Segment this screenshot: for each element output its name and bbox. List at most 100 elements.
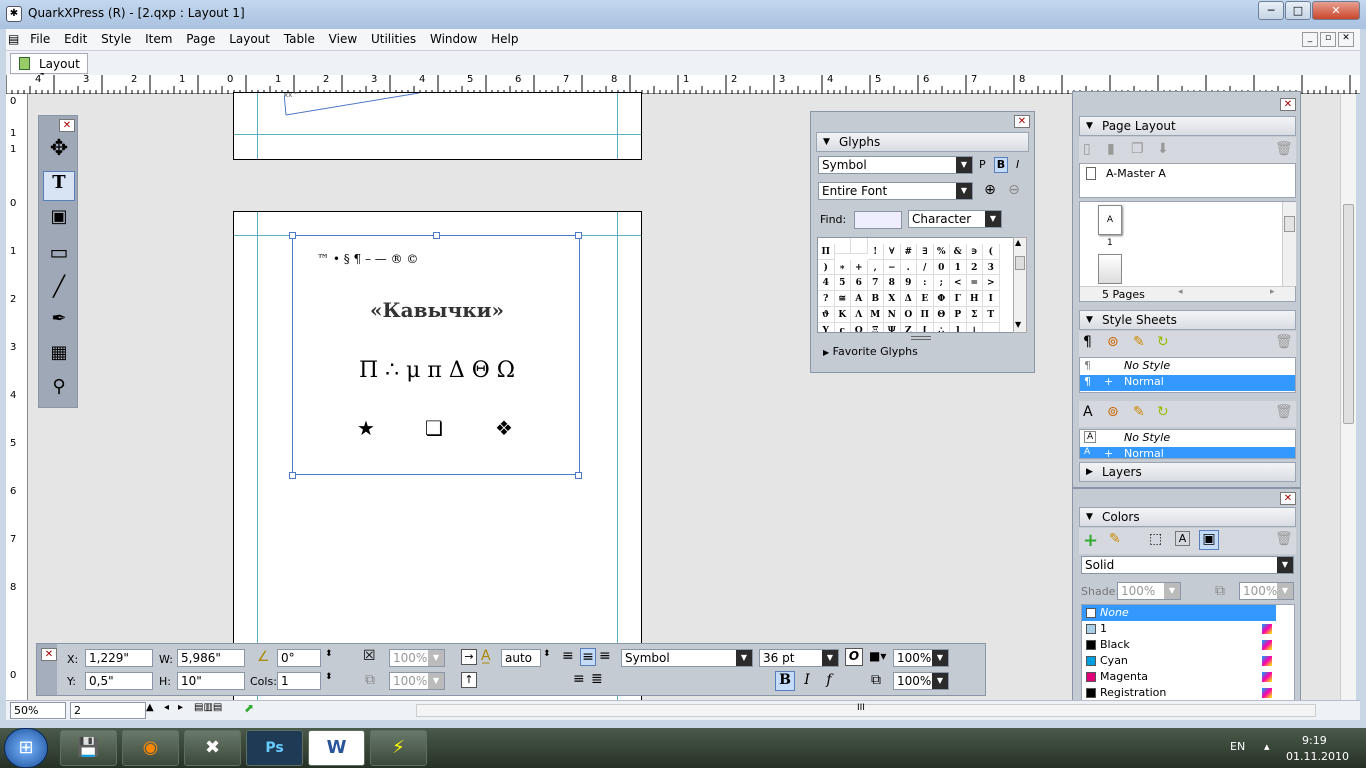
opacity-dropdown[interactable]: 100% ▼ [1239, 582, 1294, 600]
layout-view-icon[interactable]: ▤▥▤ [194, 702, 222, 713]
glyph-cell[interactable]: 5 [834, 275, 851, 292]
vertical-ruler[interactable]: 0 1 1 0 1 2 3 4 5 6 7 8 0 [6, 94, 28, 700]
stepper-icon[interactable]: ⬍ [543, 649, 551, 659]
minimize-button[interactable]: ─ [1258, 1, 1284, 20]
delete-icon[interactable]: 🗑 [1275, 531, 1293, 547]
colors-close-button[interactable]: ✕ [1280, 492, 1296, 505]
font-size-dropdown[interactable]: 36 pt ▼ [759, 649, 839, 667]
frame-shade-dropdown[interactable]: 100% ▼ [389, 649, 445, 667]
glyph-cell[interactable]: Π [917, 306, 934, 323]
glyph-cell[interactable]: ϑ [818, 306, 835, 323]
glyph-cell[interactable]: 3 [983, 259, 1000, 276]
page-layout-header[interactable]: ▼ Page Layout [1079, 116, 1296, 136]
glyph-font-dropdown[interactable]: Symbol ▼ [818, 156, 973, 174]
maximize-button[interactable]: □ [1285, 1, 1311, 20]
glyph-cell[interactable]: 4 [818, 275, 835, 292]
menu-view[interactable]: View [324, 29, 362, 49]
menu-edit[interactable]: Edit [59, 29, 92, 49]
text-color-icon[interactable]: O [845, 648, 863, 666]
find-input[interactable] [854, 211, 902, 229]
language-indicator[interactable]: EN [1230, 740, 1245, 753]
horizontal-scrollbar[interactable]: III [416, 703, 1316, 717]
glyphs-close-button[interactable]: ✕ [1014, 115, 1030, 128]
color-list-item[interactable]: None [1082, 605, 1276, 621]
link-icon[interactable]: ⬈ [244, 701, 254, 715]
glyph-grid[interactable]: Π! ∀ # ∃% & ∋() ∗ +, −./0 1 2 3 4 5 6 7 8 9:; < = >? ≅ Α Β Χ Δ Ε Φ Γ… [817, 237, 1015, 333]
new-char-style-icon[interactable]: A [1083, 404, 1093, 420]
color-list-item[interactable]: Registration [1082, 685, 1276, 701]
menu-file[interactable]: File [25, 29, 55, 49]
font-dropdown[interactable]: Symbol ▼ [621, 649, 753, 667]
glyph-cell[interactable]: ; [933, 275, 950, 292]
zoom-out-icon[interactable]: ⊖ [1005, 182, 1023, 198]
character-style-list[interactable]: A No Style A + Normal [1079, 429, 1296, 459]
color-list[interactable]: None 1 Black Cyan Magenta Registration [1081, 604, 1295, 702]
text-color-icon[interactable]: A [1175, 531, 1190, 546]
list-item[interactable]: ¶ No Style [1080, 359, 1295, 375]
glyph-cell[interactable]: 0 [933, 259, 950, 276]
glyph-cell[interactable]: Θ [933, 306, 950, 323]
glyph-cell[interactable]: [ [917, 322, 934, 332]
glyph-cell[interactable]: 6 [851, 275, 868, 292]
duplicate-icon[interactable]: ❐ [1131, 141, 1144, 157]
delete-icon[interactable]: 🗑 [1275, 141, 1293, 157]
glyph-cell[interactable]: 7 [867, 275, 884, 292]
vertical-scrollbar[interactable] [1340, 94, 1356, 700]
text-content-tool-icon[interactable]: T [43, 171, 75, 201]
tools-close-button[interactable]: ✕ [59, 119, 75, 132]
plain-style-button[interactable]: P [979, 158, 986, 171]
align-left-icon[interactable]: ≡ [562, 648, 574, 664]
word-icon[interactable]: W [308, 730, 365, 766]
glyph-cell[interactable]: Ε [917, 291, 934, 307]
zoom-in-icon[interactable]: ⊕ [981, 182, 999, 198]
layers-header[interactable]: ▶ Layers [1079, 462, 1296, 482]
func-button[interactable]: f [821, 672, 837, 688]
glyph-cell[interactable]: Τ [983, 306, 1000, 323]
frame-color-icon[interactable]: ⬚ [1149, 531, 1162, 547]
glyph-cell[interactable]: : [917, 275, 934, 292]
w-field[interactable]: 5,986" [177, 649, 245, 667]
shade-dropdown[interactable]: 100% ▼ [1117, 582, 1181, 600]
glyph-cell[interactable]: Δ [900, 291, 917, 307]
start-button[interactable]: ⊞ [4, 728, 48, 768]
glyph-cell[interactable]: ( [983, 243, 1000, 260]
glyph-cell[interactable]: − [884, 259, 901, 276]
measurements-close-button[interactable]: ✕ [41, 648, 57, 661]
colors-header[interactable]: ▼ Colors [1079, 507, 1296, 527]
find-type-dropdown[interactable]: Character ▼ [908, 210, 1002, 228]
bold-style-button[interactable]: B [994, 157, 1008, 173]
doc-minimize-button[interactable]: _ [1302, 32, 1318, 47]
page-field[interactable]: 2 [70, 702, 146, 719]
new-page-icon[interactable]: ▮ [1107, 141, 1115, 157]
pencil-icon[interactable]: ✎ [1133, 334, 1145, 350]
glyph-cell[interactable]: ≅ [834, 291, 851, 307]
glyph-cell[interactable]: Ω [851, 322, 868, 332]
pencil-icon[interactable]: ✎ [1133, 404, 1145, 420]
glyph-cell[interactable]: Π [818, 243, 835, 260]
master-list[interactable]: A-Master A [1079, 163, 1296, 198]
clock-date[interactable]: 01.11.2010 [1286, 750, 1349, 763]
clock-time[interactable]: 9:19 [1302, 734, 1327, 747]
close-button[interactable]: ✕ [1312, 1, 1360, 20]
glyph-cell[interactable]: Κ [834, 306, 851, 323]
color-list-item[interactable]: Magenta [1082, 669, 1276, 685]
picture-content-tool-icon[interactable]: ▣ [43, 206, 75, 236]
glyph-cell[interactable]: ∗ [834, 259, 851, 276]
glyph-cell[interactable]: 1 [950, 259, 967, 276]
cols-field[interactable]: 1 [277, 672, 321, 690]
glyph-cell[interactable]: Β [867, 291, 884, 307]
color-list-item[interactable]: 1 [1082, 621, 1276, 637]
glyph-cell[interactable]: _ [983, 322, 1000, 332]
paragraph-style-list[interactable]: ¶ No Style ¶ + Normal [1079, 357, 1296, 393]
xbox-icon[interactable]: ✖ [184, 730, 241, 766]
glyph-cell[interactable]: Ν [884, 306, 901, 323]
style-sheets-header[interactable]: ▼ Style Sheets [1079, 310, 1296, 330]
add-color-icon[interactable]: + [1083, 530, 1098, 551]
menu-help[interactable]: Help [486, 29, 523, 49]
menu-table[interactable]: Table [279, 29, 320, 49]
page-thumb-2[interactable] [1098, 254, 1122, 284]
glyph-cell[interactable]: ⊥ [967, 322, 983, 332]
glyph-cell[interactable]: ς [835, 322, 851, 332]
list-item[interactable]: A No Style [1080, 431, 1295, 447]
menu-utilities[interactable]: Utilities [366, 29, 421, 49]
